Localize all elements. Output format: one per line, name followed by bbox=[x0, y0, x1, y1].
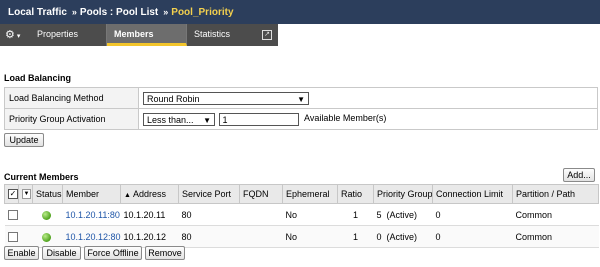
port-cell: 80 bbox=[178, 203, 240, 226]
lb-method-cell: Round Robin ▼ bbox=[138, 87, 598, 109]
table-row: 10.1.20.12:80 10.1.20.12 80 No 1 0 (Acti… bbox=[4, 225, 599, 248]
member-link[interactable]: 10.1.20.12:80 bbox=[62, 225, 121, 248]
add-member-button[interactable]: Add... bbox=[563, 168, 595, 182]
col-ratio[interactable]: Ratio bbox=[337, 184, 374, 204]
disable-button[interactable]: Disable bbox=[42, 246, 81, 260]
table-row: 10.1.20.11:80 10.1.20.11 80 No 1 5 (Acti… bbox=[4, 203, 599, 226]
ephemeral-cell: No bbox=[282, 225, 338, 248]
empty-cell bbox=[18, 225, 33, 248]
status-cell bbox=[32, 225, 63, 248]
address-cell: 10.1.20.11 bbox=[120, 203, 179, 226]
fqdn-cell bbox=[239, 225, 283, 248]
ratio-cell: 1 bbox=[337, 225, 374, 248]
col-ephemeral[interactable]: Ephemeral bbox=[282, 184, 338, 204]
priority-group-cell: 5 (Active) bbox=[373, 203, 433, 226]
tab-strip: ⚙ ▾ Properties Members Statistics ↗ bbox=[0, 24, 278, 46]
select-all-checkbox[interactable]: ✓ bbox=[8, 189, 18, 200]
sort-asc-icon: ▲ bbox=[124, 192, 131, 199]
empty-cell bbox=[18, 203, 33, 226]
member-link[interactable]: 10.1.20.11:80 bbox=[62, 203, 121, 226]
priority-group-input[interactable]: 1 bbox=[218, 112, 299, 126]
priority-group-label: Priority Group Activation bbox=[4, 108, 139, 130]
priority-group-suffix: Available Member(s) bbox=[304, 113, 387, 124]
members-table: ✓ ▼ Status Member ▲ Address Service Port … bbox=[4, 184, 599, 248]
connection-limit-cell: 0 bbox=[432, 203, 513, 226]
select-all-checkbox-cell: ✓ bbox=[4, 184, 19, 204]
connection-limit-cell: 0 bbox=[432, 225, 513, 248]
col-service-port[interactable]: Service Port bbox=[178, 184, 240, 204]
tab-bar: ⚙ ▾ Properties Members Statistics ↗ bbox=[0, 24, 600, 48]
force-offline-button[interactable]: Force Offline bbox=[84, 246, 142, 260]
chevron-down-icon[interactable]: ▼ bbox=[22, 189, 31, 200]
load-balancing-title: Load Balancing bbox=[4, 73, 72, 83]
col-partition-path[interactable]: Partition / Path bbox=[512, 184, 599, 204]
current-members-title: Current Members bbox=[4, 172, 79, 182]
priority-group-select[interactable]: Less than... ▼ bbox=[143, 112, 215, 126]
col-status[interactable]: Status bbox=[32, 184, 63, 204]
priority-group-cell: 0 (Active) bbox=[373, 225, 433, 248]
enable-button[interactable]: Enable bbox=[4, 246, 39, 260]
breadcrumb-separator: » bbox=[71, 7, 77, 17]
col-address: Address bbox=[132, 189, 166, 199]
status-available-icon bbox=[41, 210, 51, 220]
port-cell: 80 bbox=[178, 225, 240, 248]
breadcrumb-current: Pool_Priority bbox=[171, 7, 234, 18]
chevron-down-icon: ▼ bbox=[297, 94, 305, 104]
members-header-row: ✓ ▼ Status Member ▲ Address Service Port … bbox=[4, 184, 599, 204]
status-cell bbox=[32, 203, 63, 226]
col-fqdn[interactable]: FQDN bbox=[239, 184, 283, 204]
col-connection-limit[interactable]: Connection Limit bbox=[432, 184, 513, 204]
col-member[interactable]: Member bbox=[62, 184, 121, 204]
gear-icon[interactable]: ⚙ ▾ bbox=[5, 27, 27, 43]
update-button[interactable]: Update bbox=[4, 133, 44, 147]
breadcrumb-local-traffic[interactable]: Local Traffic bbox=[8, 7, 67, 18]
ratio-cell: 1 bbox=[337, 203, 374, 226]
column-menu-cell: ▼ bbox=[18, 184, 33, 204]
load-balancing-table: Load Balancing Method Round Robin ▼ Prior… bbox=[4, 87, 598, 130]
breadcrumb-separator: » bbox=[163, 7, 169, 17]
tab-members[interactable]: Members bbox=[107, 24, 187, 46]
breadcrumb: Local Traffic» Pools : Pool List» Pool_Pri… bbox=[0, 0, 600, 24]
priority-group-cell: Less than... ▼ 1 Available Member(s) bbox=[138, 108, 598, 130]
popout-icon[interactable]: ↗ bbox=[262, 30, 272, 40]
row-checkbox-cell bbox=[4, 225, 19, 248]
remove-button[interactable]: Remove bbox=[145, 246, 185, 260]
col-address-cell[interactable]: ▲ Address bbox=[120, 184, 179, 204]
chevron-down-icon: ▼ bbox=[203, 115, 211, 125]
row-checkbox[interactable] bbox=[7, 209, 18, 220]
partition-cell: Common bbox=[512, 203, 599, 226]
row-checkbox[interactable] bbox=[7, 231, 18, 242]
col-priority-group[interactable]: Priority Group bbox=[373, 184, 433, 204]
row-checkbox-cell bbox=[4, 203, 19, 226]
ephemeral-cell: No bbox=[282, 203, 338, 226]
address-cell: 10.1.20.12 bbox=[120, 225, 179, 248]
partition-cell: Common bbox=[512, 225, 599, 248]
lb-method-select[interactable]: Round Robin ▼ bbox=[143, 91, 309, 105]
lb-method-label: Load Balancing Method bbox=[4, 87, 139, 109]
lb-method-value: Round Robin bbox=[147, 93, 200, 104]
fqdn-cell bbox=[239, 203, 283, 226]
priority-group-select-value: Less than... bbox=[147, 114, 194, 125]
tab-properties[interactable]: Properties bbox=[30, 24, 107, 46]
status-available-icon bbox=[41, 232, 51, 242]
breadcrumb-pool-list[interactable]: Pools : Pool List bbox=[80, 7, 158, 18]
